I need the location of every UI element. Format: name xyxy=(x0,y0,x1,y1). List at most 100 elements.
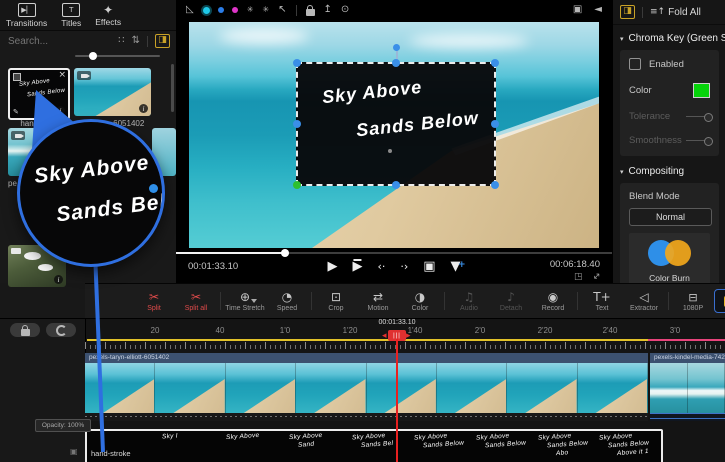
filmstrip-frame xyxy=(85,363,155,413)
fold-all-icon: ≡↑ xyxy=(650,7,665,17)
camera-snapshot-icon[interactable]: ▣ xyxy=(573,5,582,15)
tolerance-slider[interactable] xyxy=(686,116,710,118)
thumbnail-size-slider[interactable] xyxy=(75,55,160,57)
compare-view-icon[interactable]: ◳ xyxy=(574,272,583,282)
chroma-color-swatch[interactable] xyxy=(693,83,710,98)
thumbnail-size-knob[interactable] xyxy=(89,52,97,60)
enabled-checkbox[interactable] xyxy=(629,58,641,70)
info-icon[interactable]: i xyxy=(54,275,63,284)
text-overlay-box[interactable]: Sky Above Sands Below xyxy=(296,62,496,186)
play-button[interactable]: ▶ xyxy=(327,259,337,275)
media-item-hand-stroke[interactable]: × Sky Above Sands Below ✎ i xyxy=(8,68,70,120)
inspector-panel-toggle-icon[interactable]: ◨ xyxy=(620,5,635,19)
selection-checkbox[interactable] xyxy=(13,73,21,81)
blend-mode-dropdown[interactable]: Normal xyxy=(629,208,712,226)
opacity-control[interactable]: Opacity: 100% xyxy=(35,419,91,432)
toolbar-motion[interactable]: ⇄Motion xyxy=(357,291,399,312)
rotate-handle[interactable] xyxy=(393,44,400,51)
playhead-line[interactable] xyxy=(396,339,398,462)
text-snapshot-line: Sky Above xyxy=(226,432,260,442)
chroma-key-section-header[interactable]: ▾ Chroma Key (Green Screen) xyxy=(613,25,725,48)
close-icon[interactable]: × xyxy=(58,70,66,80)
volume-icon[interactable]: ◄ xyxy=(594,5,602,15)
sort-icon[interactable]: ⇅ xyxy=(132,36,140,46)
toolbar-time-stretch[interactable]: ⊕Time Stretch xyxy=(224,291,266,312)
magnet-snap-button[interactable] xyxy=(46,323,76,337)
blend-preset-tile[interactable]: Color Burn xyxy=(629,233,710,283)
library-panel-toggle-icon[interactable]: ◨ xyxy=(155,34,170,48)
toolbar-color[interactable]: ◑Color xyxy=(399,291,441,312)
tolerance-knob[interactable] xyxy=(704,113,713,122)
select-cursor-icon[interactable]: ↖ xyxy=(278,5,286,15)
media-item-beach-video[interactable]: i xyxy=(74,68,151,116)
eye-icon[interactable]: ⊙ xyxy=(341,5,349,15)
resize-handle-right[interactable] xyxy=(491,120,499,128)
toolbar-crop[interactable]: ⊡Crop xyxy=(315,291,357,312)
resize-handle-tr[interactable] xyxy=(491,59,499,67)
pin-icon[interactable]: ↥ xyxy=(324,5,332,15)
export-button[interactable]: ▶ Export xyxy=(714,289,725,313)
add-marker-button[interactable]: ▼+ xyxy=(451,259,461,275)
marker-dot-1[interactable] xyxy=(218,7,224,13)
toolbar-extractor[interactable]: ◁Extractor xyxy=(623,291,665,312)
compositing-section-header[interactable]: ▾ Compositing xyxy=(613,158,725,181)
marker-dot-0[interactable] xyxy=(203,7,210,14)
text-snapshot: Sky AboveSands BelowAbove it 1 xyxy=(599,433,649,457)
resize-handle-top[interactable] xyxy=(392,59,400,67)
toolbar-label: Split xyxy=(147,305,161,312)
trim-out-handle[interactable]: ▸ xyxy=(406,331,411,341)
compositing-card: Blend Mode Normal Color Burn xyxy=(620,183,719,283)
smoothness-knob[interactable] xyxy=(704,137,713,146)
collapse-triangle-icon: ▾ xyxy=(620,168,624,176)
color-label: Color xyxy=(629,85,652,96)
step-forward-button[interactable]: ·› xyxy=(400,259,408,275)
ruler-mark-3-0: 3'0 xyxy=(670,326,680,335)
ruler-mark-20: 20 xyxy=(151,326,160,335)
text-clip-hand-stroke[interactable]: hand-stroke Sky ISky AboveSky AboveSandS… xyxy=(85,429,663,462)
snap-tool-a-icon[interactable]: ✳ xyxy=(247,5,254,15)
video-viewport[interactable]: Sky Above Sands Below xyxy=(189,22,599,248)
tab-titles-label: Titles xyxy=(61,18,81,28)
tab-transitions[interactable]: ▶▏ Transitions xyxy=(6,3,47,28)
lock-track-button[interactable] xyxy=(10,323,40,337)
play-to-end-button[interactable]: ▶ xyxy=(352,259,362,275)
text-snapshot-line: Sky I xyxy=(162,432,178,441)
toolbar-text[interactable]: T+Text xyxy=(581,291,623,312)
trim-in-handle[interactable]: ◂ xyxy=(382,331,387,341)
overlay-text-line: Sands Below xyxy=(355,108,480,142)
resize-handle-bottom[interactable] xyxy=(392,181,400,189)
snap-tool-b-icon[interactable]: ✳ xyxy=(262,5,269,15)
step-back-button[interactable]: ‹· xyxy=(377,259,385,275)
resize-handle-tl[interactable] xyxy=(293,59,301,67)
info-icon[interactable]: i xyxy=(56,106,65,115)
resize-handle-bl[interactable] xyxy=(293,181,301,189)
fold-all-button[interactable]: ≡↑ Fold All xyxy=(650,7,701,18)
smoothness-slider[interactable] xyxy=(686,140,710,142)
track-camera-icon[interactable]: ▣ xyxy=(70,447,78,456)
search-input[interactable] xyxy=(6,35,111,48)
fullscreen-icon[interactable]: ↕ xyxy=(590,271,602,283)
resize-handle-br[interactable] xyxy=(491,181,499,189)
snapshot-button[interactable]: ▣ xyxy=(423,259,435,275)
tab-effects[interactable]: ✦ Effects xyxy=(95,4,121,27)
marker-dot-2[interactable] xyxy=(232,7,238,13)
tab-effects-label: Effects xyxy=(95,17,121,27)
grid-view-icon[interactable]: ∷ xyxy=(118,36,124,46)
library-scrollbar[interactable] xyxy=(171,64,174,112)
info-icon[interactable]: i xyxy=(139,104,148,113)
toolbar-split[interactable]: ✂Split xyxy=(133,291,175,312)
toolbar-1080p[interactable]: ⊟1080P xyxy=(672,291,714,312)
toolbar-speed[interactable]: ◔Speed xyxy=(266,291,308,312)
mask-ruler-icon[interactable]: ◺ xyxy=(186,5,194,15)
seek-knob[interactable] xyxy=(281,249,289,257)
chroma-key-title: Chroma Key (Green Screen) xyxy=(629,33,725,44)
video-clip-taryn[interactable]: pexels-taryn-elliott-6051402 xyxy=(85,353,648,421)
video-clip-kindel[interactable]: pexels-kindel-media-742953 xyxy=(650,353,725,421)
lock-icon[interactable] xyxy=(306,9,315,16)
resize-handle-left[interactable] xyxy=(293,120,301,128)
toolbar-split-all[interactable]: ✂Split all xyxy=(175,291,217,312)
toolbar-record[interactable]: ◉Record xyxy=(532,291,574,312)
preview-seek-bar[interactable] xyxy=(176,252,612,254)
preview-panel: ◺ ✳ ✳ ↖ ↥ ⊙ ▣ ◄ xyxy=(176,0,612,283)
tab-titles[interactable]: T Titles xyxy=(61,3,81,28)
